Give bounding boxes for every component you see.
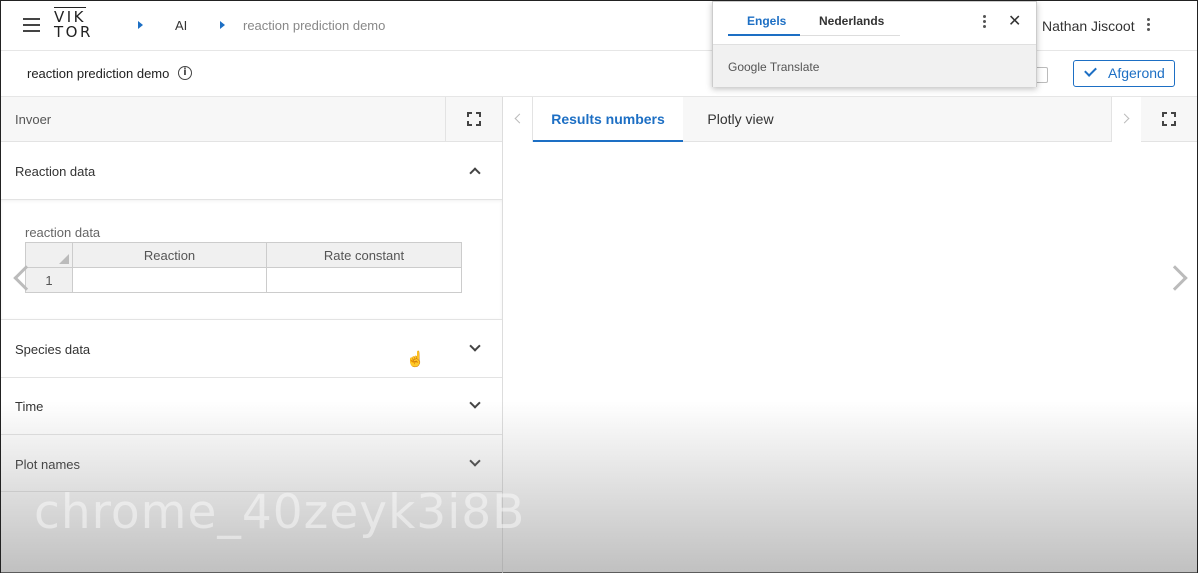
fullscreen-icon[interactable] <box>1162 112 1176 126</box>
watermark: chrome_40zeyk3i8B <box>34 485 526 540</box>
more-vert-icon[interactable] <box>983 15 987 30</box>
tab-scroll-left[interactable] <box>503 97 533 142</box>
logo-bottom: TOR <box>54 23 93 41</box>
page-title: reaction prediction demo <box>27 66 170 81</box>
tab-results-numbers[interactable]: Results numbers <box>533 97 683 142</box>
more-vert-icon[interactable] <box>1147 18 1151 33</box>
cell-rate-constant[interactable] <box>266 267 462 293</box>
divider <box>445 97 446 142</box>
section-label: Plot names <box>15 457 81 472</box>
done-button[interactable]: Afgerond <box>1073 60 1175 87</box>
results-panel: Results numbers Plotly view <box>503 97 1197 573</box>
reaction-table: Reaction Rate constant 1 <box>25 242 462 293</box>
menu-icon[interactable] <box>23 18 40 32</box>
column-header-reaction[interactable]: Reaction <box>72 242 267 268</box>
section-label: Species data <box>15 342 91 357</box>
section-plot-names[interactable]: Plot names <box>1 435 502 492</box>
check-icon <box>1084 64 1097 77</box>
section-label: Reaction data <box>15 164 96 179</box>
chevron-left-icon <box>514 113 525 124</box>
close-icon[interactable]: ✕ <box>1008 11 1021 31</box>
info-icon[interactable]: i <box>178 66 192 80</box>
chevron-down-icon[interactable] <box>469 455 481 467</box>
google-translate-brand: Google Translate <box>728 60 820 74</box>
breadcrumb-ai[interactable]: AI <box>175 18 187 33</box>
user-name[interactable]: Nathan Jiscoot <box>1042 18 1135 34</box>
translate-footer: Google Translate <box>713 44 1036 87</box>
reaction-data-body: reaction data Reaction Rate constant 1 <box>1 200 502 320</box>
fullscreen-icon[interactable] <box>467 112 481 126</box>
table-label: reaction data <box>25 225 101 240</box>
active-tab-indicator <box>728 34 800 36</box>
results-tabs: Results numbers Plotly view <box>503 97 1197 142</box>
translate-popup: Engels Nederlands ✕ Google Translate <box>712 1 1037 87</box>
breadcrumb-arrow-icon <box>138 21 143 29</box>
column-header-rate-constant[interactable]: Rate constant <box>266 242 462 268</box>
input-panel-title: Invoer <box>15 112 52 127</box>
table-row: 1 <box>25 267 462 293</box>
cell-reaction[interactable] <box>72 267 267 293</box>
tab-scroll-right[interactable] <box>1111 97 1141 142</box>
chevron-right-icon <box>1119 113 1130 124</box>
section-species-data[interactable]: Species data <box>1 320 502 378</box>
breadcrumb-current: reaction prediction demo <box>243 18 386 33</box>
logo[interactable]: VIK TOR <box>54 10 93 40</box>
chevron-down-icon[interactable] <box>469 340 481 352</box>
chevron-down-icon[interactable] <box>469 397 481 409</box>
section-time[interactable]: Time <box>1 378 502 435</box>
translate-tab-english[interactable]: Engels <box>747 14 786 28</box>
section-reaction-data[interactable]: Reaction data <box>1 142 502 200</box>
section-label: Time <box>15 399 44 414</box>
divider <box>800 35 900 36</box>
done-button-label: Afgerond <box>1108 65 1165 81</box>
breadcrumb-arrow-icon <box>220 21 225 29</box>
hand-cursor-icon: ☝ <box>406 351 425 368</box>
chevron-up-icon[interactable] <box>469 167 481 179</box>
table-corner[interactable] <box>25 242 73 268</box>
input-panel-header: Invoer <box>1 97 502 142</box>
tab-plotly-view[interactable]: Plotly view <box>683 97 798 142</box>
translate-tab-dutch[interactable]: Nederlands <box>819 14 884 28</box>
